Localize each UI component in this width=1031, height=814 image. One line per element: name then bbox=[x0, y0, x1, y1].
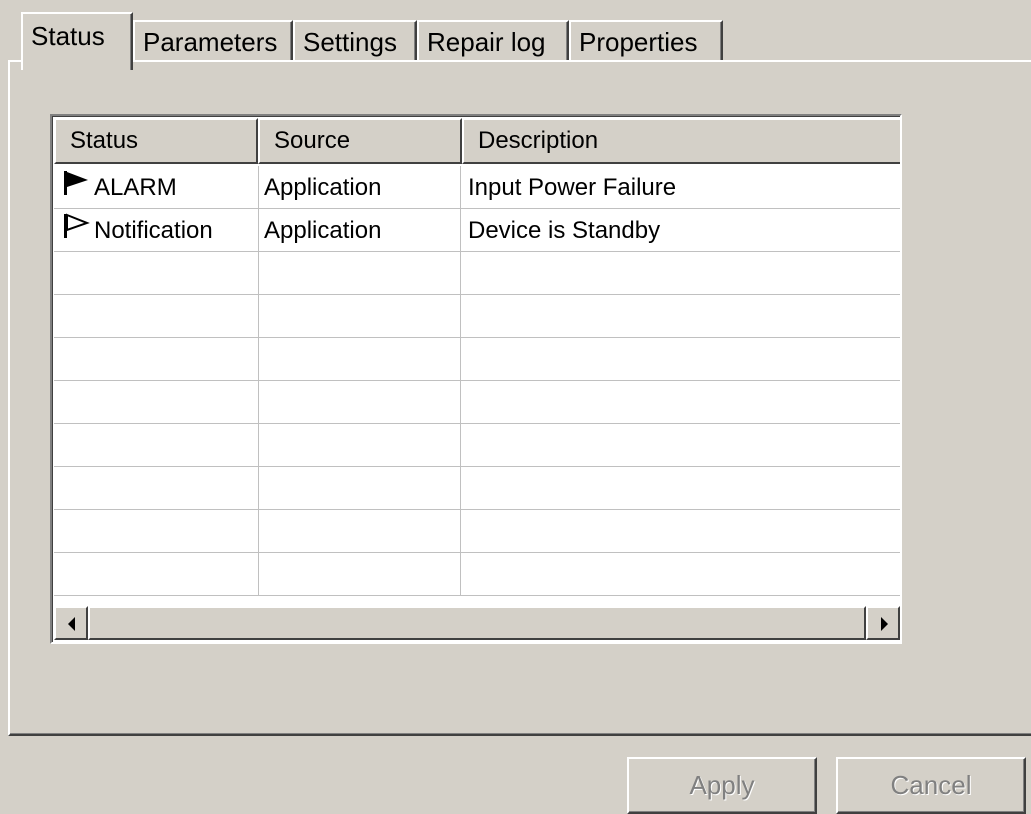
table-row bbox=[54, 553, 900, 596]
tab-properties[interactable]: Properties bbox=[569, 20, 723, 62]
table-row bbox=[54, 252, 900, 295]
horizontal-scrollbar[interactable] bbox=[54, 606, 900, 640]
status-cell: ALARM bbox=[54, 166, 258, 209]
table-row[interactable]: ALARM Application Input Power Failure bbox=[54, 166, 900, 209]
table-row bbox=[54, 510, 900, 553]
tab-repair-log[interactable]: Repair log bbox=[417, 20, 569, 62]
flag-outline-icon bbox=[62, 210, 90, 253]
description-cell: Input Power Failure bbox=[468, 174, 677, 201]
description-cell: Device is Standby bbox=[468, 217, 661, 244]
arrow-left-icon bbox=[68, 617, 75, 631]
flag-filled-icon bbox=[62, 167, 90, 210]
source-cell: Application bbox=[264, 174, 382, 201]
tab-parameters-label: Parameters bbox=[143, 27, 278, 57]
arrow-right-icon bbox=[881, 617, 888, 631]
scroll-thumb[interactable] bbox=[88, 606, 866, 640]
source-cell: Application bbox=[264, 217, 382, 244]
status-list[interactable]: Status Source Description ALARM Applicat… bbox=[50, 114, 902, 644]
table-row bbox=[54, 467, 900, 510]
table-row bbox=[54, 295, 900, 338]
status-text: Notification bbox=[94, 217, 213, 244]
scroll-left-button[interactable] bbox=[54, 606, 88, 640]
status-text: ALARM bbox=[94, 174, 177, 201]
column-header-description[interactable]: Description bbox=[462, 118, 900, 164]
tab-settings[interactable]: Settings bbox=[293, 20, 417, 62]
tab-status-label: Status bbox=[31, 21, 105, 51]
tab-settings-label: Settings bbox=[303, 27, 397, 57]
column-header-source[interactable]: Source bbox=[258, 118, 462, 164]
tab-properties-label: Properties bbox=[579, 27, 698, 57]
tab-repair-log-label: Repair log bbox=[427, 27, 546, 57]
column-header-status[interactable]: Status bbox=[54, 118, 258, 164]
scroll-right-button[interactable] bbox=[866, 606, 900, 640]
table-row bbox=[54, 381, 900, 424]
tab-parameters[interactable]: Parameters bbox=[133, 20, 293, 62]
cancel-button[interactable]: Cancel bbox=[836, 757, 1026, 814]
tab-status[interactable]: Status bbox=[21, 12, 133, 70]
table-row bbox=[54, 424, 900, 467]
list-header: Status Source Description bbox=[54, 118, 900, 166]
table-row bbox=[54, 338, 900, 381]
apply-button[interactable]: Apply bbox=[627, 757, 817, 814]
table-row[interactable]: Notification Application Device is Stand… bbox=[54, 209, 900, 252]
status-cell: Notification bbox=[54, 209, 258, 252]
